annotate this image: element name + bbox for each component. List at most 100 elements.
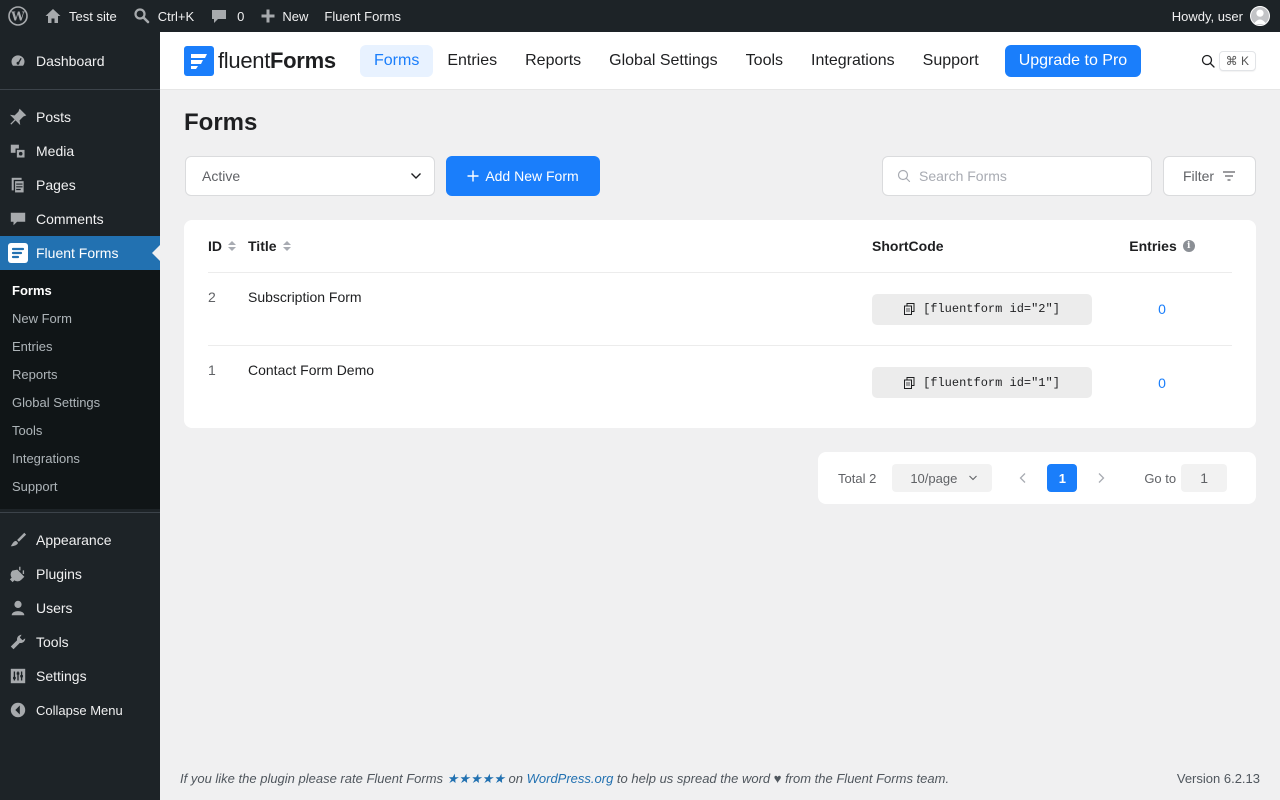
collapse-menu-button[interactable]: Collapse Menu	[0, 693, 160, 727]
submenu-new-form[interactable]: New Form	[0, 305, 160, 333]
submenu-support[interactable]: Support	[0, 473, 160, 501]
collapse-icon	[8, 700, 28, 720]
brand-light: fluent	[218, 47, 271, 73]
home-icon	[44, 7, 62, 25]
wordpress-org-link[interactable]: WordPress.org	[527, 771, 614, 786]
menu-appearance-label: Appearance	[36, 532, 112, 548]
top-nav: Forms Entries Reports Global Settings To…	[360, 44, 1142, 77]
user-account-menu[interactable]: Howdy, user	[1164, 0, 1280, 32]
menu-fluent-forms[interactable]: Fluent Forms	[0, 236, 160, 270]
menu-posts[interactable]: Posts	[0, 100, 160, 134]
shortcode-copy-button[interactable]: [fluentform id="1"]	[872, 367, 1092, 398]
submenu-forms[interactable]: Forms	[0, 277, 160, 305]
page-number-1[interactable]: 1	[1047, 464, 1078, 492]
search-forms-input[interactable]: Search Forms	[882, 156, 1152, 196]
submenu-reports[interactable]: Reports	[0, 361, 160, 389]
goto-page: Go to 1	[1144, 464, 1228, 492]
submenu-tools[interactable]: Tools	[0, 417, 160, 445]
column-title-label: Title	[248, 238, 277, 254]
column-shortcode-header: ShortCode	[872, 238, 944, 254]
info-icon[interactable]: i	[1182, 240, 1195, 252]
avatar	[1250, 6, 1270, 26]
plus-icon	[260, 8, 276, 24]
menu-plugins[interactable]: Plugins	[0, 557, 160, 591]
fluent-forms-icon	[8, 243, 28, 263]
shortcode-text: [fluentform id="1"]	[923, 375, 1060, 390]
new-label: New	[282, 8, 309, 24]
submenu-integrations[interactable]: Integrations	[0, 445, 160, 473]
menu-posts-label: Posts	[36, 109, 72, 125]
shortcode-copy-button[interactable]: [fluentform id="2"]	[872, 293, 1092, 325]
admin-footer: If you like the plugin please rate Fluen…	[180, 771, 1260, 787]
comment-bubble-icon	[210, 7, 228, 25]
form-title-link[interactable]: Subscription Form	[248, 289, 872, 305]
page-size-select[interactable]: 10/page	[892, 464, 993, 492]
menu-users-label: Users	[36, 600, 73, 616]
search-forms-placeholder: Search Forms	[919, 168, 1007, 184]
submenu-global-settings[interactable]: Global Settings	[0, 389, 160, 417]
column-entries-label: Entries	[1129, 238, 1177, 254]
fluent-forms-bar-label: Fluent Forms	[324, 8, 401, 24]
settings-icon	[8, 666, 28, 686]
add-new-form-button[interactable]: Add New Form	[446, 156, 600, 196]
fluent-forms-bar-link[interactable]: Fluent Forms	[316, 0, 409, 32]
goto-label: Go to	[1144, 470, 1177, 486]
nav-entries[interactable]: Entries	[433, 45, 511, 77]
site-name-link[interactable]: Test site	[36, 0, 125, 32]
next-page-button[interactable]	[1096, 472, 1106, 484]
rating-stars-link[interactable]: ★★★★★	[447, 771, 505, 786]
footer-text-on: on	[504, 771, 527, 786]
menu-settings-label: Settings	[36, 668, 87, 684]
brand-bold: Forms	[270, 47, 336, 73]
column-id-header[interactable]: ID	[208, 238, 248, 254]
admin-bar: W Test site Ctrl+K 0 New Fluent Forms Ho…	[0, 0, 1280, 32]
nav-support[interactable]: Support	[909, 45, 993, 77]
submenu-entries[interactable]: Entries	[0, 333, 160, 361]
goto-page-input[interactable]: 1	[1181, 464, 1228, 492]
menu-tools[interactable]: Tools	[0, 625, 160, 659]
search-icon	[1201, 54, 1215, 68]
copy-icon	[904, 303, 915, 315]
footer-text-after: to help us spread the word ♥ from the Fl…	[613, 771, 950, 786]
pagination-total: Total 2	[838, 470, 877, 486]
entries-count-link[interactable]: 0	[1158, 375, 1166, 391]
menu-users[interactable]: Users	[0, 591, 160, 625]
table-row[interactable]: 1 Contact Form Demo [fluentform id="1"] …	[208, 346, 1232, 419]
table-row[interactable]: 2 Subscription Form [fluentform id="2"] …	[208, 273, 1232, 346]
global-search-trigger[interactable]: ⌘ K	[1201, 50, 1256, 71]
sort-icon[interactable]	[228, 241, 236, 251]
nav-tools[interactable]: Tools	[732, 45, 797, 77]
version-text: Version 6.2.13	[1176, 771, 1260, 786]
admin-sidebar: Dashboard Posts Media Pages Comments Flu…	[0, 32, 160, 800]
menu-settings[interactable]: Settings	[0, 659, 160, 693]
menu-appearance[interactable]: Appearance	[0, 523, 160, 557]
filter-button[interactable]: Filter	[1163, 156, 1256, 196]
nav-global-settings[interactable]: Global Settings	[595, 45, 732, 77]
media-icon	[8, 141, 28, 161]
shortcode-text: [fluentform id="2"]	[923, 302, 1060, 316]
command-search-link[interactable]: Ctrl+K	[125, 0, 202, 32]
new-content-link[interactable]: New	[252, 0, 316, 32]
menu-tools-label: Tools	[36, 634, 69, 650]
copy-icon	[904, 376, 915, 389]
fluent-forms-submenu: Forms New Form Entries Reports Global Se…	[0, 270, 160, 509]
nav-forms[interactable]: Forms	[360, 44, 434, 77]
svg-text:W: W	[10, 10, 25, 24]
column-title-header[interactable]: Title	[248, 238, 872, 254]
wordpress-logo-icon[interactable]: W	[0, 0, 36, 32]
entries-count-link[interactable]: 0	[1158, 301, 1166, 317]
upgrade-to-pro-button[interactable]: Upgrade to Pro	[1004, 44, 1142, 77]
menu-media[interactable]: Media	[0, 134, 160, 168]
status-select[interactable]: Active	[185, 156, 435, 196]
menu-comments[interactable]: Comments	[0, 202, 160, 236]
comments-link[interactable]: 0	[202, 0, 252, 32]
sort-icon[interactable]	[282, 241, 291, 251]
nav-reports[interactable]: Reports	[511, 45, 595, 77]
plus-icon	[467, 169, 479, 183]
nav-integrations[interactable]: Integrations	[797, 45, 909, 77]
menu-dashboard[interactable]: Dashboard	[0, 44, 160, 78]
menu-pages[interactable]: Pages	[0, 168, 160, 202]
prev-page-button[interactable]	[1018, 472, 1028, 484]
form-title-link[interactable]: Contact Form Demo	[248, 362, 872, 378]
fluent-forms-logo[interactable]: fluentForms	[184, 45, 360, 76]
